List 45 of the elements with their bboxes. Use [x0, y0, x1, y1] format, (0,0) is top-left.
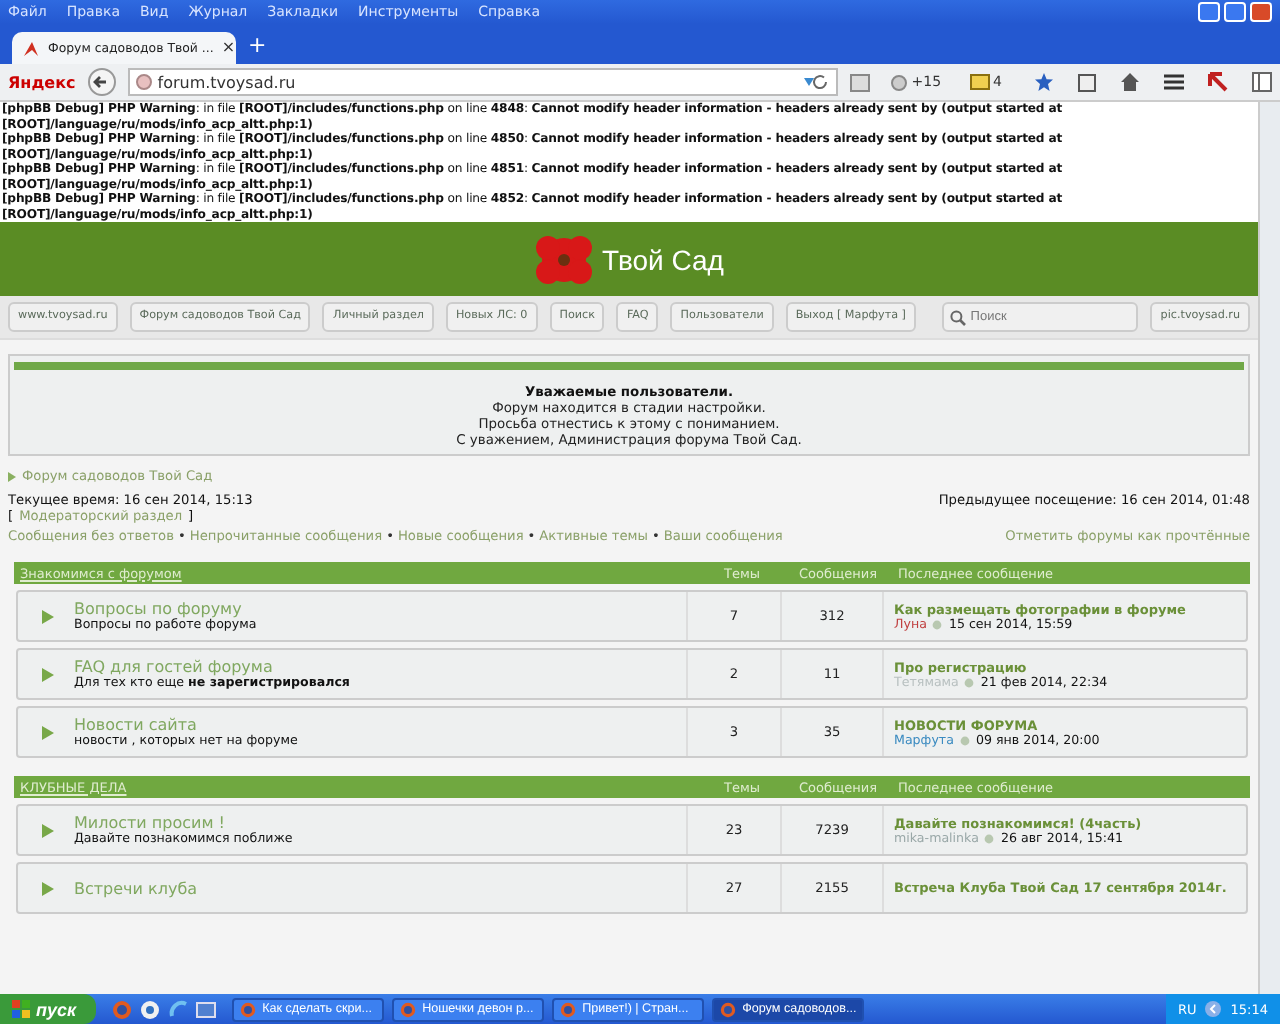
arrow-icon: [1204, 1000, 1223, 1018]
start-button[interactable]: пуск: [0, 994, 97, 1024]
forum-arrow-icon: [42, 823, 54, 837]
page-icon: [22, 39, 40, 57]
forum-arrow-icon: [42, 725, 54, 739]
view-post-icon: [984, 833, 995, 843]
forum-title[interactable]: Встречи клуба: [74, 879, 687, 897]
browser-icon: [400, 1001, 417, 1017]
url-text: forum.tvoysad.ru: [157, 73, 298, 91]
browser-icon: [720, 1001, 737, 1017]
mail-icon: [969, 74, 990, 90]
forum-arrow-icon: [42, 609, 54, 623]
browser-icon: [240, 1001, 257, 1017]
maximize-button[interactable]: [1224, 2, 1246, 22]
desktop-icon: [196, 999, 217, 1019]
address-bar[interactable]: forum.tvoysad.ru: [127, 68, 838, 96]
forum-title[interactable]: Новости сайта: [74, 716, 687, 734]
close-tab-button[interactable]: ×: [221, 40, 236, 56]
menu-icon: [1164, 74, 1184, 90]
view-post-icon: [964, 677, 975, 687]
breadcrumb-arrow-icon: [8, 471, 16, 481]
search-engine-logo: Яндекс: [8, 73, 76, 91]
minimize-button[interactable]: [1198, 2, 1220, 22]
search-icon: [950, 309, 967, 325]
clipboard-icon: [1078, 72, 1096, 92]
forum-title[interactable]: FAQ для гостей форума: [74, 658, 687, 676]
forum-title[interactable]: Вопросы по форуму: [74, 600, 687, 618]
forum-title[interactable]: Милости просим !: [74, 814, 687, 832]
browser-icon: [560, 1001, 577, 1017]
forum-arrow-icon: [42, 881, 54, 895]
star-icon: [1034, 72, 1054, 92]
reload-icon: [801, 74, 830, 90]
new-tab-button[interactable]: +: [248, 33, 267, 55]
sidebar-icon: [1252, 72, 1272, 92]
forum-arrow-icon: [42, 667, 54, 681]
close-button[interactable]: [1250, 2, 1272, 22]
site-title: Твой Сад: [602, 243, 724, 275]
view-post-icon: [959, 735, 970, 745]
arrow-icon: [1208, 72, 1228, 92]
windows-logo-icon: [12, 1000, 30, 1018]
browser-icon: [112, 999, 133, 1019]
view-post-icon: [932, 619, 943, 629]
scrollbar[interactable]: [1258, 102, 1280, 994]
home-icon: [1120, 72, 1140, 92]
flower-icon: [534, 233, 595, 285]
